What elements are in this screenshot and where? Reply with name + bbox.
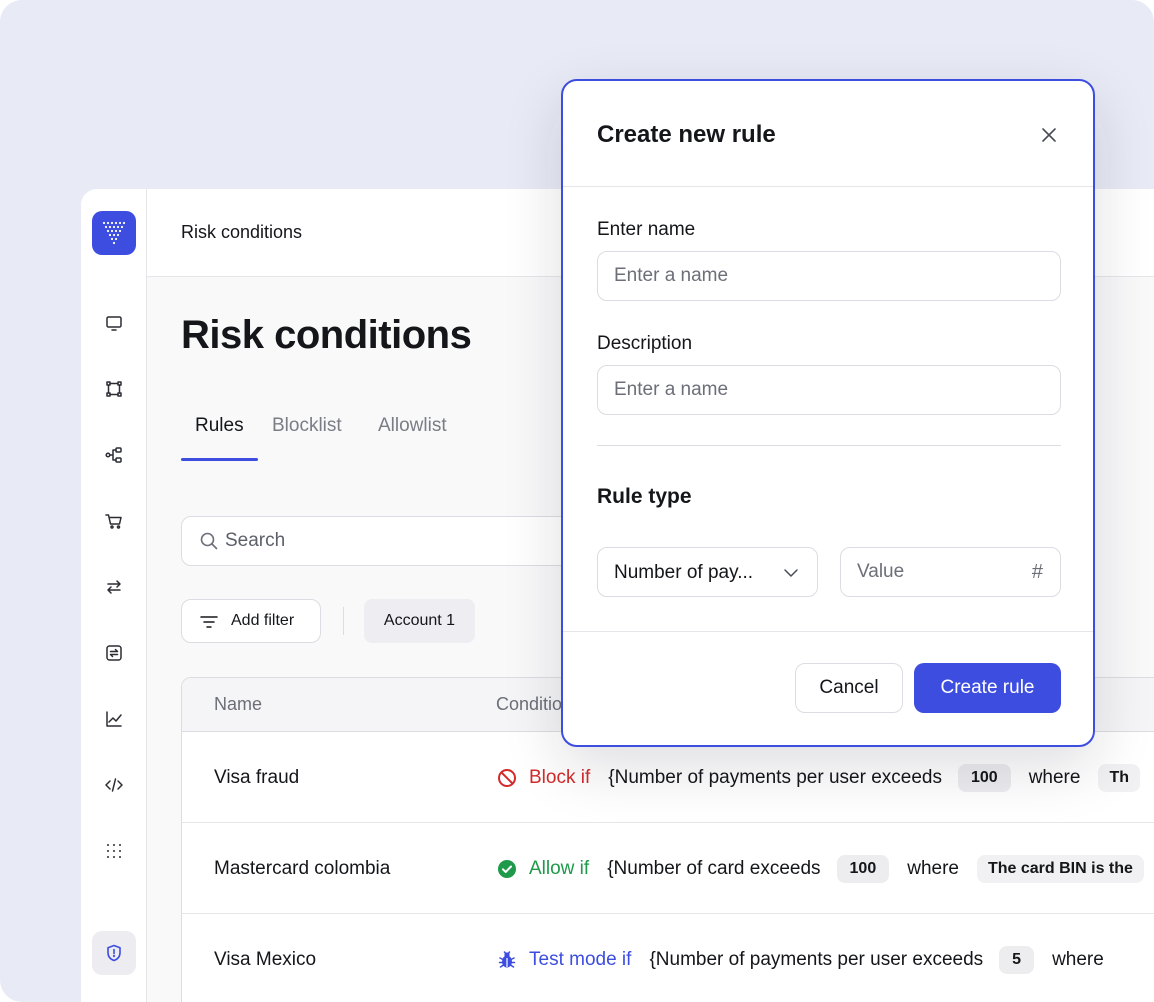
hash-icon: # bbox=[1031, 561, 1043, 583]
divider bbox=[343, 607, 344, 635]
cancel-button[interactable]: Cancel bbox=[795, 663, 903, 713]
divider bbox=[597, 445, 1061, 446]
page-title: Risk conditions bbox=[181, 313, 472, 357]
where-text: where bbox=[907, 857, 959, 879]
shield-icon[interactable] bbox=[92, 931, 136, 975]
grid-icon[interactable] bbox=[102, 839, 126, 863]
flow-icon[interactable] bbox=[102, 443, 126, 467]
status-verb: Test mode if bbox=[529, 948, 632, 970]
filter-icon bbox=[200, 616, 218, 628]
name-field[interactable] bbox=[597, 251, 1061, 301]
column-header-name[interactable]: Name bbox=[214, 694, 262, 715]
create-rule-button[interactable]: Create rule bbox=[914, 663, 1061, 713]
description-field[interactable] bbox=[597, 365, 1061, 415]
where-text: where bbox=[1028, 766, 1081, 788]
chevron-down-icon bbox=[784, 569, 798, 577]
rule-type-select[interactable]: Number of pay... bbox=[597, 547, 818, 597]
exchange-icon[interactable] bbox=[102, 641, 126, 665]
search-input[interactable] bbox=[225, 517, 585, 565]
block-icon bbox=[497, 768, 517, 788]
rule-name: Mastercard colombia bbox=[214, 858, 391, 879]
chart-icon[interactable] bbox=[102, 707, 126, 731]
status-verb: Allow if bbox=[529, 857, 590, 879]
code-icon[interactable] bbox=[102, 773, 126, 797]
transfer-icon[interactable] bbox=[102, 575, 126, 599]
sidebar bbox=[81, 189, 147, 1002]
add-filter-label: Add filter bbox=[231, 612, 295, 629]
dialog-title: Create new rule bbox=[597, 121, 776, 148]
table-row[interactable]: Mastercard colombia Allow if {Number of … bbox=[182, 823, 1154, 914]
status-verb: Block if bbox=[529, 766, 591, 788]
value-badge: 5 bbox=[999, 945, 1035, 974]
rule-type-heading: Rule type bbox=[597, 485, 692, 508]
create-rule-dialog: Create new rule Enter name Description R… bbox=[561, 79, 1095, 747]
monitor-icon[interactable] bbox=[102, 311, 126, 335]
rule-name: Visa fraud bbox=[214, 767, 300, 788]
bug-icon bbox=[497, 950, 517, 970]
tab-rules[interactable]: Rules bbox=[195, 415, 244, 437]
value-input[interactable] bbox=[841, 548, 1011, 596]
description-label: Description bbox=[597, 333, 693, 354]
check-circle-icon bbox=[497, 859, 517, 879]
tab-blocklist[interactable]: Blocklist bbox=[272, 415, 342, 437]
where-text: where bbox=[1052, 948, 1104, 970]
condition-badge: The card BIN is the bbox=[976, 854, 1144, 883]
close-button[interactable] bbox=[1039, 125, 1059, 145]
value-badge: 100 bbox=[957, 763, 1011, 792]
logo-icon[interactable] bbox=[92, 211, 136, 255]
dialog-footer-divider bbox=[563, 631, 1093, 632]
search-icon bbox=[200, 532, 218, 550]
table-row[interactable]: Visa Mexico Test mode if {Number of paym… bbox=[182, 914, 1154, 1002]
tab-allowlist[interactable]: Allowlist bbox=[378, 415, 447, 437]
dialog-header: Create new rule bbox=[563, 81, 1093, 187]
rule-condition: Test mode if {Number of payments per use… bbox=[497, 914, 1122, 1002]
rule-type-value: Number of pay... bbox=[614, 562, 754, 583]
add-filter-button[interactable]: Add filter bbox=[181, 599, 321, 643]
condition-badge: Th bbox=[1098, 763, 1140, 792]
rule-name: Visa Mexico bbox=[214, 949, 317, 970]
cart-icon[interactable] bbox=[102, 509, 126, 533]
condition-text: {Number of payments per user exceeds bbox=[608, 766, 942, 788]
condition-text: {Number of card exceeds bbox=[607, 857, 821, 879]
active-tab-indicator bbox=[181, 458, 258, 461]
rule-condition: Allow if {Number of card exceeds 100 whe… bbox=[497, 823, 1144, 914]
value-badge: 100 bbox=[836, 854, 890, 883]
search-box bbox=[181, 516, 601, 566]
name-label: Enter name bbox=[597, 219, 696, 240]
value-field: # bbox=[840, 547, 1061, 597]
breadcrumb: Risk conditions bbox=[181, 222, 303, 242]
account-filter-chip[interactable]: Account 1 bbox=[364, 599, 475, 643]
condition-text: {Number of payments per user exceeds bbox=[649, 948, 984, 970]
nodes-icon[interactable] bbox=[102, 377, 126, 401]
close-icon bbox=[1042, 128, 1056, 142]
